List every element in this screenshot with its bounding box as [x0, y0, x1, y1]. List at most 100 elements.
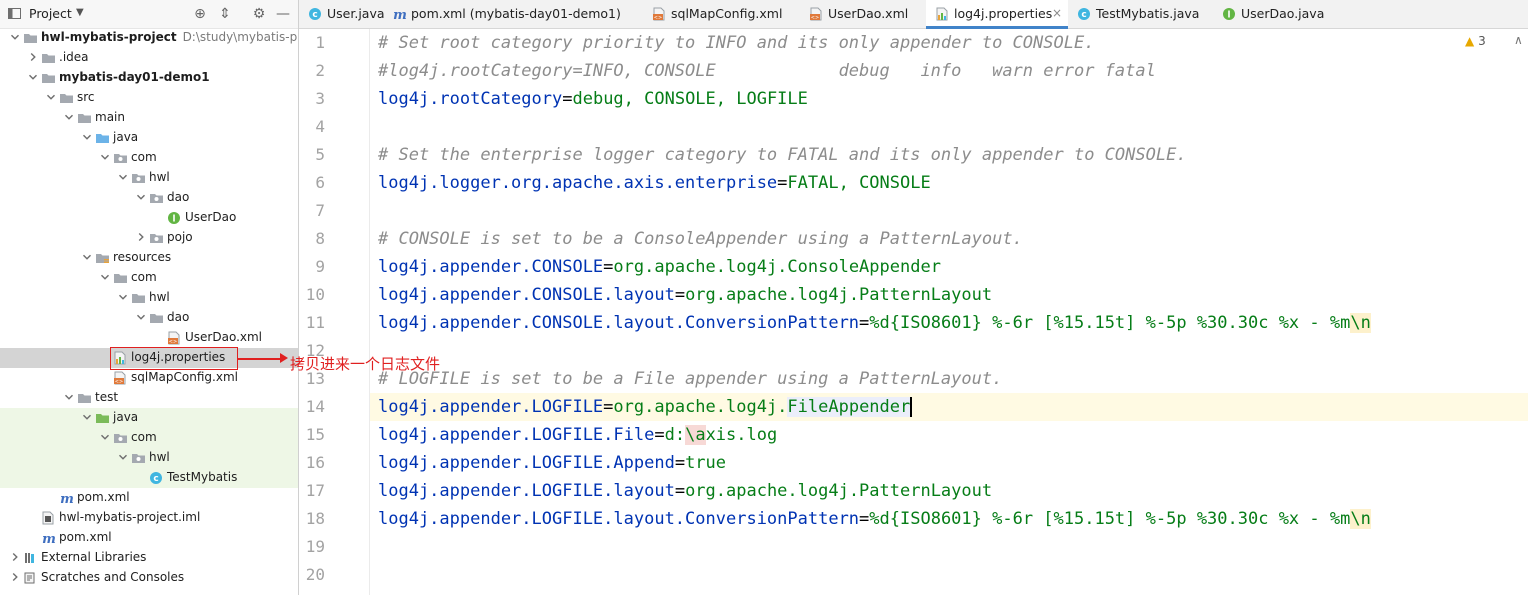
editor-tab[interactable]: log4j.properties ×: [926, 0, 1068, 29]
chevron-down-icon[interactable]: [99, 431, 111, 443]
property-value: %d{ISO8601} %-6r [%15.15t] %-5p %30.30c …: [869, 509, 1351, 529]
project-path: D:\study\mybatis-pro: [182, 30, 299, 44]
code-line[interactable]: #log4j.rootCategory=INFO, CONSOLE debug …: [378, 57, 1156, 85]
tree-item[interactable]: hwl-mybatis-project.iml: [0, 508, 298, 528]
tree-item[interactable]: com: [0, 428, 298, 448]
chevron-down-icon[interactable]: [81, 411, 93, 423]
xml-file-icon: <>: [167, 331, 182, 345]
editor-tab[interactable]: UserDao.java: [1213, 0, 1333, 28]
editor-tab[interactable]: c User.java: [299, 0, 385, 28]
tree-item-text: sqlMapConfig.xml: [131, 370, 238, 384]
tree-item[interactable]: UserDao: [0, 208, 298, 228]
chevron-down-icon[interactable]: [27, 71, 39, 83]
code-line[interactable]: log4j.appender.LOGFILE.layout=org.apache…: [378, 477, 992, 505]
editor-tab[interactable]: <> UserDao.xml: [800, 0, 926, 28]
code-line[interactable]: log4j.appender.CONSOLE.layout.Conversion…: [378, 309, 1371, 337]
property-value-highlight: FileAppender: [787, 397, 911, 417]
gear-icon[interactable]: ⚙: [250, 5, 268, 23]
chevron-down-icon[interactable]: [63, 391, 75, 403]
tree-item-label: src: [77, 90, 95, 104]
code-line[interactable]: log4j.appender.CONSOLE=org.apache.log4j.…: [378, 253, 941, 281]
tree-item[interactable]: main: [0, 108, 298, 128]
code-line[interactable]: log4j.appender.LOGFILE=org.apache.log4j.…: [370, 393, 1528, 421]
code-line[interactable]: log4j.appender.CONSOLE.layout=org.apache…: [378, 281, 992, 309]
chevron-down-icon[interactable]: [117, 171, 129, 183]
code-line[interactable]: log4j.appender.LOGFILE.layout.Conversion…: [378, 505, 1371, 533]
chevron-down-icon[interactable]: [9, 31, 21, 43]
code-line[interactable]: # Set root category priority to INFO and…: [378, 29, 1094, 57]
property-key: log4j.appender.CONSOLE.layout: [378, 285, 675, 305]
svg-text:m: m: [60, 492, 74, 505]
hide-panel-icon[interactable]: —: [274, 5, 292, 23]
line-number: 7: [315, 201, 325, 220]
editor-tab[interactable]: <> sqlMapConfig.xml: [643, 0, 800, 28]
chevron-up-icon[interactable]: ∧: [1514, 33, 1523, 47]
tree-item[interactable]: hwl: [0, 168, 298, 188]
code-line[interactable]: log4j.appender.LOGFILE.Append=true: [378, 449, 726, 477]
chevron-down-icon[interactable]: [117, 291, 129, 303]
tree-item[interactable]: .idea: [0, 48, 298, 68]
chevron-down-icon[interactable]: [45, 91, 57, 103]
tree-item[interactable]: External Libraries: [0, 548, 298, 568]
tree-item[interactable]: dao: [0, 308, 298, 328]
chevron-right-icon[interactable]: [9, 571, 21, 583]
code-editor[interactable]: # Set root category priority to INFO and…: [370, 29, 1528, 595]
close-icon[interactable]: ×: [1052, 6, 1062, 20]
line-number: 17: [305, 481, 325, 500]
collapse-all-icon[interactable]: ⇕: [216, 5, 234, 23]
tree-item[interactable]: test: [0, 388, 298, 408]
code-line[interactable]: # Set the enterprise logger category to …: [378, 141, 1187, 169]
chevron-down-icon[interactable]: ▼: [76, 7, 84, 18]
chevron-down-icon[interactable]: [135, 311, 147, 323]
locate-icon[interactable]: ⊕: [191, 5, 209, 23]
tree-item[interactable]: pojo: [0, 228, 298, 248]
chevron-down-icon[interactable]: [99, 271, 111, 283]
editor-tab-label: User.java: [327, 6, 385, 21]
code-line[interactable]: # LOGFILE is set to be a File appender u…: [378, 365, 1002, 393]
tree-item[interactable]: java: [0, 408, 298, 428]
tree-item[interactable]: m pom.xml: [0, 488, 298, 508]
tree-item-text: test: [95, 390, 119, 404]
tree-item[interactable]: resources: [0, 248, 298, 268]
tree-item[interactable]: <> UserDao.xml: [0, 328, 298, 348]
code-line[interactable]: log4j.appender.LOGFILE.File=d:\axis.log: [378, 421, 777, 449]
chevron-down-icon[interactable]: [63, 111, 75, 123]
tree-item[interactable]: com: [0, 268, 298, 288]
tree-item[interactable]: c TestMybatis: [0, 468, 298, 488]
chevron-down-icon[interactable]: [135, 191, 147, 203]
tree-item[interactable]: hwl-mybatis-project D:\study\mybatis-pro: [0, 28, 298, 48]
tree-item[interactable]: com: [0, 148, 298, 168]
tree-item[interactable]: java: [0, 128, 298, 148]
tree-item-label: .idea: [59, 50, 89, 64]
chevron-down-icon[interactable]: [99, 151, 111, 163]
editor-tab[interactable]: c TestMybatis.java: [1068, 0, 1213, 28]
tree-item[interactable]: src: [0, 88, 298, 108]
chevron-down-icon[interactable]: [117, 451, 129, 463]
code-line[interactable]: # CONSOLE is set to be a ConsoleAppender…: [378, 225, 1023, 253]
package-icon: [131, 171, 146, 185]
chevron-right-icon[interactable]: [27, 51, 39, 63]
escape-sequence: \n: [1350, 509, 1371, 529]
code-line[interactable]: log4j.logger.org.apache.axis.enterprise=…: [378, 169, 931, 197]
tree-item[interactable]: hwl: [0, 288, 298, 308]
tree-item[interactable]: m pom.xml: [0, 528, 298, 548]
line-number: 14: [305, 397, 325, 416]
line-number: 4: [315, 117, 325, 136]
tree-item-label: TestMybatis: [167, 470, 237, 484]
code-line[interactable]: log4j.rootCategory=debug, CONSOLE, LOGFI…: [378, 85, 808, 113]
tree-item[interactable]: <> sqlMapConfig.xml: [0, 368, 298, 388]
chevron-down-icon[interactable]: [81, 251, 93, 263]
tree-item[interactable]: mybatis-day01-demo1: [0, 68, 298, 88]
chevron-right-icon[interactable]: [9, 551, 21, 563]
project-panel-header: Project ▼ ⊕ ⇕ ⚙ —: [0, 0, 298, 29]
warnings-indicator[interactable]: ▲ 3: [1465, 34, 1486, 48]
chevron-right-icon[interactable]: [135, 231, 147, 243]
tree-item-text: dao: [167, 190, 190, 204]
project-panel-title[interactable]: Project: [29, 6, 72, 21]
tree-item[interactable]: hwl: [0, 448, 298, 468]
tree-item-text: Scratches and Consoles: [41, 570, 185, 584]
tree-item[interactable]: dao: [0, 188, 298, 208]
tree-item[interactable]: Scratches and Consoles: [0, 568, 298, 588]
chevron-down-icon[interactable]: [81, 131, 93, 143]
editor-tab[interactable]: m pom.xml (mybatis-day01-demo1): [383, 0, 643, 28]
